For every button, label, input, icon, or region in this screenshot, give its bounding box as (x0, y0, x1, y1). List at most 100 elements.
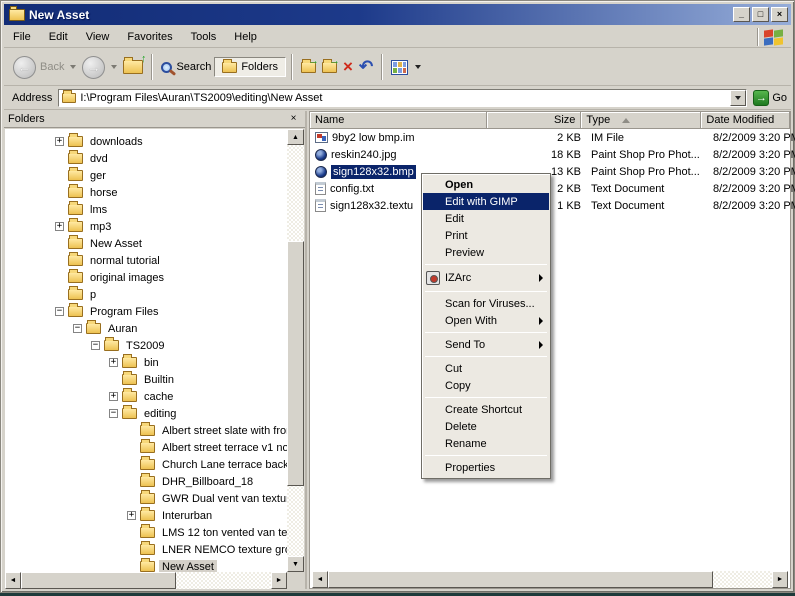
scroll-left-icon[interactable]: ◄ (5, 572, 21, 589)
file-row[interactable]: 9by2 low bmp.im2 KBIM File8/2/2009 3:20 … (310, 129, 790, 146)
tree-item[interactable]: −editing (5, 405, 287, 422)
tree-item[interactable]: Albert street slate with fror (5, 422, 287, 439)
maximize-button[interactable]: □ (752, 7, 769, 22)
close-button[interactable]: × (771, 7, 788, 22)
context-menu-item-delete[interactable]: Delete (423, 418, 549, 435)
file-name-cell[interactable]: reskin240.jpg (310, 149, 490, 161)
tree-collapse-icon[interactable]: − (73, 324, 82, 333)
menu-item-view[interactable]: View (77, 28, 119, 46)
address-dropdown-button[interactable] (730, 90, 746, 106)
tree-item[interactable]: Albert street terrace v1 no (5, 439, 287, 456)
copy-to-button[interactable]: → (319, 60, 340, 75)
scroll-left-icon[interactable]: ◄ (312, 571, 328, 588)
column-header-name[interactable]: Name (310, 112, 487, 129)
context-menu-item-print[interactable]: Print (423, 227, 549, 244)
search-button[interactable]: Search (158, 59, 214, 75)
folder-icon (140, 527, 155, 538)
scroll-right-icon[interactable]: ► (271, 572, 287, 589)
context-menu-item-edit[interactable]: Edit (423, 210, 549, 227)
tree-item[interactable]: New Asset (5, 558, 287, 572)
menu-item-favorites[interactable]: Favorites (118, 28, 181, 46)
folders-button[interactable]: Folders (214, 57, 286, 77)
column-header-size[interactable]: Size (487, 112, 581, 129)
scroll-down-icon[interactable]: ▼ (287, 556, 304, 572)
tree-item[interactable]: +Interurban (5, 507, 287, 524)
file-name-cell[interactable]: 9by2 low bmp.im (310, 132, 490, 144)
context-menu-item-create-shortcut[interactable]: Create Shortcut (423, 401, 549, 418)
tree-item[interactable]: DHR_Billboard_18 (5, 473, 287, 490)
address-combo[interactable]: I:\Program Files\Auran\TS2009\editing\Ne… (58, 89, 747, 107)
menu-item-file[interactable]: File (4, 28, 40, 46)
tree-expand-icon[interactable]: + (109, 358, 118, 367)
context-menu-item-izarc[interactable]: IZArc (423, 268, 549, 288)
scroll-right-icon[interactable]: ► (772, 571, 788, 588)
undo-button[interactable]: ↶ (356, 57, 376, 77)
forward-button[interactable]: → (79, 54, 108, 81)
tree-item[interactable]: LMS 12 ton vented van tex (5, 524, 287, 541)
delete-button[interactable]: × (340, 57, 356, 77)
context-menu-item-send-to[interactable]: Send To (423, 336, 549, 353)
tree-item[interactable]: −TS2009 (5, 337, 287, 354)
tree-item[interactable]: Church Lane terrace back g (5, 456, 287, 473)
tree-expand-icon[interactable]: + (55, 137, 64, 146)
tree-item[interactable]: dvd (5, 150, 287, 167)
scrollbar-thumb[interactable] (328, 571, 713, 588)
context-menu-item-preview[interactable]: Preview (423, 244, 549, 261)
up-button[interactable]: ↑ (120, 58, 146, 76)
tree-expand-icon[interactable]: + (109, 392, 118, 401)
scrollbar-thumb[interactable] (21, 572, 176, 589)
menu-item-tools[interactable]: Tools (182, 28, 226, 46)
column-header-date-modified[interactable]: Date Modified (701, 112, 790, 129)
forward-dropdown-icon[interactable] (111, 65, 117, 69)
tree-item[interactable]: ger (5, 167, 287, 184)
tree-expand-icon[interactable]: + (127, 511, 136, 520)
address-value[interactable]: I:\Program Files\Auran\TS2009\editing\Ne… (80, 92, 730, 104)
tree-collapse-icon[interactable]: − (109, 409, 118, 418)
file-row[interactable]: reskin240.jpg18 KBPaint Shop Pro Phot...… (310, 146, 790, 163)
tree-item[interactable]: New Asset (5, 235, 287, 252)
tree-item[interactable]: LNER NEMCO texture group (5, 541, 287, 558)
context-menu-item-open-with[interactable]: Open With (423, 312, 549, 329)
views-button[interactable] (388, 58, 427, 77)
tree-item[interactable]: original images (5, 269, 287, 286)
tree-vertical-scrollbar[interactable]: ▲ ▼ (287, 129, 304, 572)
tree-item[interactable]: GWR Dual vent van texture (5, 490, 287, 507)
tree-item[interactable]: −Program Files (5, 303, 287, 320)
tree-collapse-icon[interactable]: − (55, 307, 64, 316)
context-menu-item-properties[interactable]: Properties (423, 459, 549, 476)
tree-item[interactable]: normal tutorial (5, 252, 287, 269)
menu-item-edit[interactable]: Edit (40, 28, 77, 46)
tree-item[interactable]: horse (5, 184, 287, 201)
tree-item[interactable]: lms (5, 201, 287, 218)
scrollbar-thumb[interactable] (287, 241, 304, 486)
tree-item-label: downloads (87, 135, 146, 149)
back-button[interactable]: ← Back (10, 54, 67, 81)
menu-item-help[interactable]: Help (225, 28, 266, 46)
context-menu-item-open[interactable]: Open (423, 176, 549, 193)
tree-item[interactable]: + downloads (5, 133, 287, 150)
tree-horizontal-scrollbar[interactable]: ◄ ► (5, 572, 287, 589)
tree-item[interactable]: p (5, 286, 287, 303)
tree-item[interactable]: +bin (5, 354, 287, 371)
context-menu-item-scan-for-viruses[interactable]: Scan for Viruses... (423, 295, 549, 312)
column-header-type[interactable]: Type (581, 112, 701, 129)
tree-item[interactable]: +mp3 (5, 218, 287, 235)
file-horizontal-scrollbar[interactable]: ◄ ► (312, 571, 788, 588)
back-dropdown-icon[interactable] (70, 65, 76, 69)
tree-item[interactable]: −Auran (5, 320, 287, 337)
context-menu-item-edit-with-gimp[interactable]: Edit with GIMP (423, 193, 549, 210)
context-menu-item-cut[interactable]: Cut (423, 360, 549, 377)
tree-toggle-spacer (127, 545, 136, 554)
tree-item[interactable]: Builtin (5, 371, 287, 388)
folder-icon (140, 544, 155, 555)
scroll-up-icon[interactable]: ▲ (287, 129, 304, 145)
tree-expand-icon[interactable]: + (55, 222, 64, 231)
minimize-button[interactable]: _ (733, 7, 750, 22)
move-to-button[interactable]: → (298, 60, 319, 75)
folders-pane-close-icon[interactable]: × (286, 113, 301, 126)
go-button[interactable]: → Go (753, 90, 787, 106)
tree-item[interactable]: +cache (5, 388, 287, 405)
context-menu-item-rename[interactable]: Rename (423, 435, 549, 452)
tree-collapse-icon[interactable]: − (91, 341, 100, 350)
context-menu-item-copy[interactable]: Copy (423, 377, 549, 394)
